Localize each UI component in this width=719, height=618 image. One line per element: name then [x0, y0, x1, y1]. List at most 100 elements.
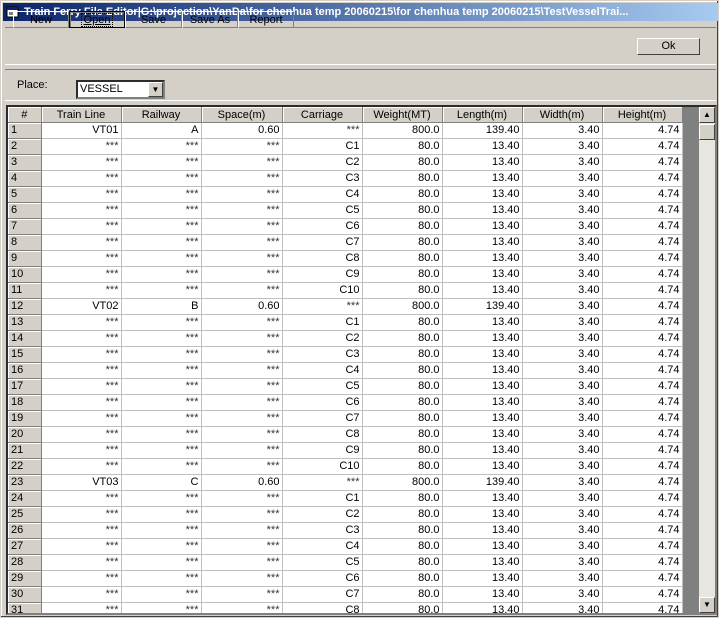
grid-cell[interactable]: 4.74: [602, 378, 683, 395]
grid-cell[interactable]: ***: [41, 138, 122, 155]
grid-cell[interactable]: 13.40: [442, 266, 523, 283]
row-number[interactable]: 24: [8, 490, 42, 507]
grid-cell[interactable]: 0.60: [201, 298, 283, 315]
grid-cell[interactable]: 3.40: [522, 330, 603, 347]
grid-cell[interactable]: 4.74: [602, 394, 683, 411]
column-header[interactable]: Railway: [121, 107, 202, 123]
grid-cell[interactable]: 80.0: [362, 346, 443, 363]
grid-cell[interactable]: C9: [282, 266, 363, 283]
grid-cell[interactable]: 4.74: [602, 442, 683, 459]
table-row[interactable]: 22 *** *** *** C10 80.0 13.40 3.40 4.74: [8, 458, 683, 475]
grid-cell[interactable]: ***: [201, 458, 283, 475]
table-row[interactable]: 6 *** *** *** C5 80.0 13.40 3.40 4.74: [8, 202, 683, 219]
table-row[interactable]: 18 *** *** *** C6 80.0 13.40 3.40 4.74: [8, 394, 683, 411]
grid-cell[interactable]: ***: [201, 522, 283, 539]
grid-cell[interactable]: 3.40: [522, 314, 603, 331]
column-header[interactable]: Space(m): [201, 107, 283, 123]
grid-cell[interactable]: 13.40: [442, 218, 523, 235]
table-row[interactable]: 13 *** *** *** C1 80.0 13.40 3.40 4.74: [8, 314, 683, 331]
grid-cell[interactable]: ***: [41, 234, 122, 251]
grid-cell[interactable]: 3.40: [522, 522, 603, 539]
grid-cell[interactable]: 80.0: [362, 426, 443, 443]
grid-cell[interactable]: 80.0: [362, 314, 443, 331]
grid-cell[interactable]: ***: [121, 154, 202, 171]
grid-cell[interactable]: C: [121, 474, 202, 491]
grid-cell[interactable]: ***: [121, 394, 202, 411]
grid-cell[interactable]: ***: [201, 538, 283, 555]
grid-cell[interactable]: 4.74: [602, 250, 683, 267]
grid-cell[interactable]: ***: [201, 154, 283, 171]
grid-cell[interactable]: ***: [201, 570, 283, 587]
grid-cell[interactable]: ***: [41, 218, 122, 235]
grid-cell[interactable]: ***: [201, 282, 283, 299]
row-number[interactable]: 6: [8, 202, 42, 219]
table-row[interactable]: 5 *** *** *** C4 80.0 13.40 3.40 4.74: [8, 186, 683, 203]
grid-cell[interactable]: 3.40: [522, 202, 603, 219]
grid-cell[interactable]: ***: [121, 138, 202, 155]
grid-cell[interactable]: 80.0: [362, 522, 443, 539]
grid-cell[interactable]: 13.40: [442, 554, 523, 571]
grid-cell[interactable]: 4.74: [602, 554, 683, 571]
grid-cell[interactable]: 13.40: [442, 506, 523, 523]
grid-cell[interactable]: ***: [41, 458, 122, 475]
grid-cell[interactable]: ***: [41, 282, 122, 299]
row-number[interactable]: 4: [8, 170, 42, 187]
grid-cell[interactable]: ***: [41, 314, 122, 331]
grid-cell[interactable]: C4: [282, 362, 363, 379]
grid-cell[interactable]: ***: [121, 378, 202, 395]
grid-cell[interactable]: ***: [121, 522, 202, 539]
grid-cell[interactable]: C1: [282, 314, 363, 331]
grid-cell[interactable]: C6: [282, 218, 363, 235]
row-number[interactable]: 25: [8, 506, 42, 523]
grid-cell[interactable]: ***: [201, 186, 283, 203]
grid-cell[interactable]: 13.40: [442, 458, 523, 475]
grid-cell[interactable]: 4.74: [602, 234, 683, 251]
grid-cell[interactable]: 4.74: [602, 154, 683, 171]
grid-cell[interactable]: 4.74: [602, 570, 683, 587]
grid-cell[interactable]: 80.0: [362, 362, 443, 379]
grid-cell[interactable]: 4.74: [602, 410, 683, 427]
grid-cell[interactable]: 13.40: [442, 378, 523, 395]
grid-cell[interactable]: 4.74: [602, 586, 683, 603]
grid-cell[interactable]: C9: [282, 442, 363, 459]
grid-cell[interactable]: 4.74: [602, 426, 683, 443]
grid-cell[interactable]: ***: [121, 266, 202, 283]
table-row[interactable]: 28 *** *** *** C5 80.0 13.40 3.40 4.74: [8, 554, 683, 571]
table-row[interactable]: 12 VT02 B 0.60 *** 800.0 139.40 3.40 4.74: [8, 298, 683, 315]
grid-cell[interactable]: 3.40: [522, 154, 603, 171]
grid-cell[interactable]: 13.40: [442, 602, 523, 613]
grid-cell[interactable]: ***: [201, 378, 283, 395]
grid-cell[interactable]: 13.40: [442, 250, 523, 267]
grid-cell[interactable]: 80.0: [362, 154, 443, 171]
row-number[interactable]: 22: [8, 458, 42, 475]
grid-cell[interactable]: C1: [282, 490, 363, 507]
grid-cell[interactable]: ***: [41, 362, 122, 379]
grid-cell[interactable]: 13.40: [442, 426, 523, 443]
grid-cell[interactable]: 13.40: [442, 314, 523, 331]
grid-cell[interactable]: 4.74: [602, 170, 683, 187]
grid-cell[interactable]: 80.0: [362, 506, 443, 523]
grid-cell[interactable]: ***: [201, 218, 283, 235]
grid-cell[interactable]: 4.74: [602, 282, 683, 299]
grid-cell[interactable]: ***: [121, 490, 202, 507]
grid-cell[interactable]: ***: [201, 314, 283, 331]
grid-cell[interactable]: 4.74: [602, 522, 683, 539]
row-number[interactable]: 17: [8, 378, 42, 395]
grid-cell[interactable]: C1: [282, 138, 363, 155]
grid-cell[interactable]: ***: [121, 458, 202, 475]
grid-cell[interactable]: ***: [201, 346, 283, 363]
row-number[interactable]: 8: [8, 234, 42, 251]
grid-cell[interactable]: 3.40: [522, 362, 603, 379]
grid-cell[interactable]: 3.40: [522, 602, 603, 613]
table-row[interactable]: 23 VT03 C 0.60 *** 800.0 139.40 3.40 4.74: [8, 474, 683, 491]
grid-cell[interactable]: 4.74: [602, 474, 683, 491]
grid-cell[interactable]: 3.40: [522, 298, 603, 315]
open-button[interactable]: Open: [69, 11, 125, 28]
grid-cell[interactable]: 4.74: [602, 298, 683, 315]
grid-cell[interactable]: 3.40: [522, 410, 603, 427]
grid-cell[interactable]: ***: [201, 202, 283, 219]
table-row[interactable]: 19 *** *** *** C7 80.0 13.40 3.40 4.74: [8, 410, 683, 427]
report-button[interactable]: Report: [238, 11, 294, 28]
grid-cell[interactable]: 13.40: [442, 154, 523, 171]
grid-cell[interactable]: 3.40: [522, 218, 603, 235]
